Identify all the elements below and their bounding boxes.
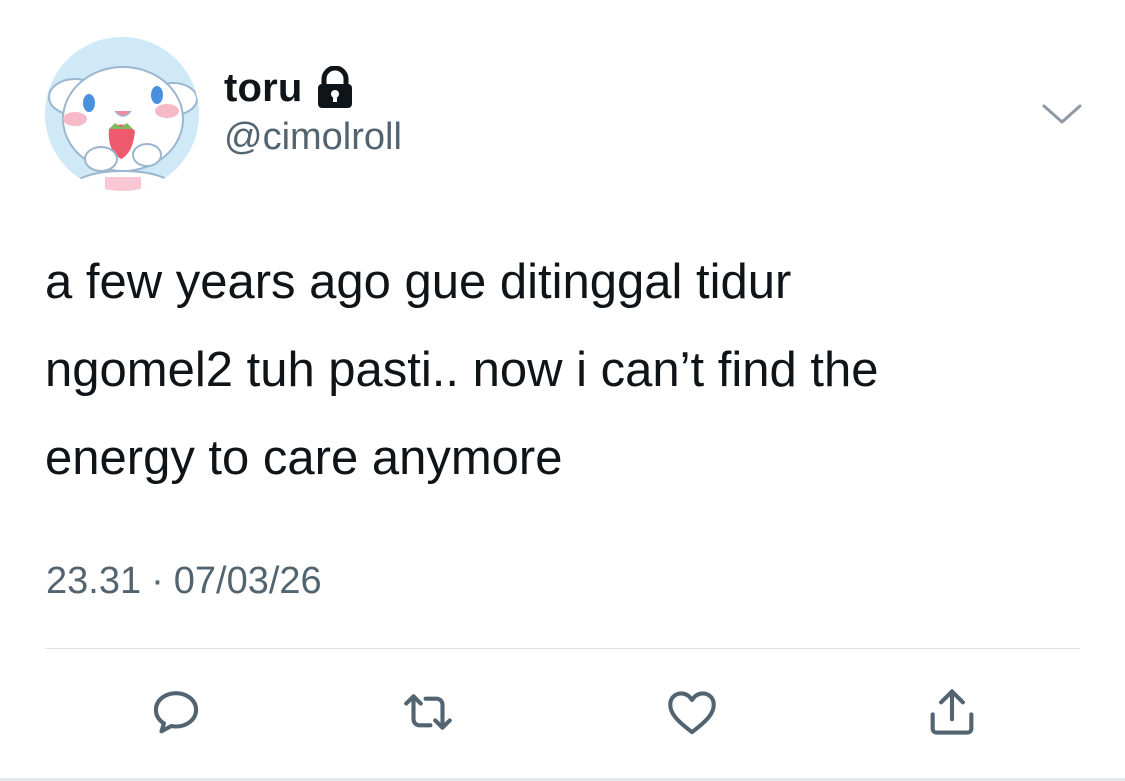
author-handle[interactable]: @cimolroll bbox=[224, 116, 402, 159]
tweet-card: toru @cimolroll a few years ago gue diti… bbox=[0, 0, 1125, 781]
share-button[interactable] bbox=[920, 680, 984, 744]
tweet-text-line: ngomel2 tuh pasti.. now i can’t find the bbox=[45, 343, 879, 397]
reply-icon bbox=[153, 691, 199, 734]
lock-icon bbox=[315, 65, 355, 110]
author-display-name[interactable]: toru bbox=[224, 66, 303, 111]
like-button[interactable] bbox=[660, 680, 724, 744]
tweet-timestamp[interactable]: 23.31 · 07/03/26 bbox=[46, 560, 322, 603]
tweet-time: 23.31 bbox=[46, 560, 142, 602]
timestamp-separator: · bbox=[151, 560, 164, 602]
retweet-icon bbox=[404, 694, 452, 730]
tweet-text: a few years ago gue ditinggal tidur ngom… bbox=[45, 238, 1095, 502]
tweet-date: 07/03/26 bbox=[173, 560, 322, 602]
avatar[interactable] bbox=[45, 37, 199, 191]
reply-button[interactable] bbox=[144, 680, 208, 744]
retweet-button[interactable] bbox=[396, 680, 460, 744]
avatar-image bbox=[45, 37, 199, 191]
chevron-down-icon[interactable] bbox=[1040, 96, 1084, 130]
author-name-row: toru bbox=[224, 64, 355, 112]
divider bbox=[45, 648, 1080, 649]
heart-icon bbox=[668, 691, 716, 735]
tweet-text-line: a few years ago gue ditinggal tidur bbox=[45, 255, 792, 309]
share-icon bbox=[930, 689, 974, 735]
tweet-text-line: energy to care anymore bbox=[45, 431, 563, 485]
